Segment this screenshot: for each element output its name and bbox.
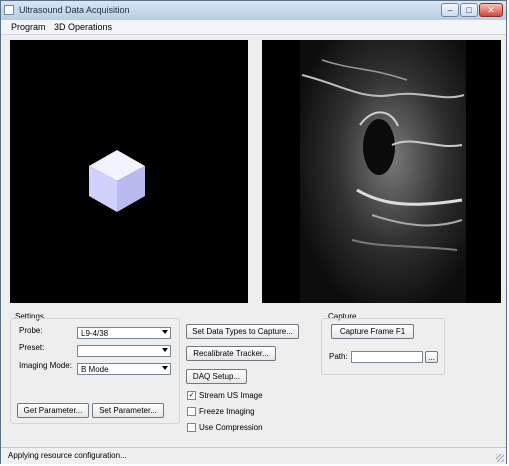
close-button[interactable]: ✕ bbox=[479, 3, 503, 17]
set-data-types-button[interactable]: Set Data Types to Capture... bbox=[186, 324, 299, 339]
probe-value: L9-4/38 bbox=[81, 329, 109, 338]
set-parameter-label: Set Parameter... bbox=[99, 406, 157, 415]
window-title: Ultrasound Data Acquisition bbox=[19, 5, 130, 15]
capture-frame-label: Capture Frame F1 bbox=[339, 327, 406, 336]
maximize-icon: □ bbox=[466, 4, 472, 15]
browse-label: ... bbox=[428, 352, 435, 362]
set-data-types-label: Set Data Types to Capture... bbox=[192, 327, 293, 336]
chevron-down-icon bbox=[162, 366, 168, 370]
daq-setup-label: DAQ Setup... bbox=[192, 372, 241, 381]
imaging-mode-value: B Mode bbox=[81, 365, 109, 374]
browse-button[interactable]: ... bbox=[425, 351, 438, 363]
3d-view[interactable] bbox=[10, 40, 248, 303]
path-label: Path: bbox=[329, 352, 348, 361]
chevron-down-icon bbox=[162, 348, 168, 352]
use-compression-label[interactable]: Use Compression bbox=[199, 423, 263, 432]
imaging-mode-label: Imaging Mode: bbox=[19, 361, 72, 370]
status-text: Applying resource configuration... bbox=[8, 451, 127, 460]
probe-label: Probe: bbox=[19, 326, 43, 335]
chevron-down-icon bbox=[162, 330, 168, 334]
resize-grip-icon[interactable] bbox=[496, 454, 504, 462]
recalibrate-tracker-button[interactable]: Recalibrate Tracker... bbox=[186, 346, 276, 361]
menu-program[interactable]: Program bbox=[11, 22, 46, 32]
menu-3d-operations[interactable]: 3D Operations bbox=[54, 22, 112, 32]
app-icon bbox=[4, 5, 14, 15]
freeze-imaging-checkbox[interactable] bbox=[187, 407, 196, 416]
status-bar: Applying resource configuration... bbox=[1, 447, 506, 464]
freeze-imaging-label[interactable]: Freeze Imaging bbox=[199, 407, 255, 416]
set-parameter-button[interactable]: Set Parameter... bbox=[92, 403, 164, 418]
preset-select[interactable] bbox=[77, 345, 171, 357]
app-window: Ultrasound Data Acquisition – □ ✕ Progra… bbox=[0, 0, 507, 464]
preset-label: Preset: bbox=[19, 343, 45, 352]
probe-select[interactable]: L9-4/38 bbox=[77, 327, 171, 339]
get-parameter-label: Get Parameter... bbox=[23, 406, 83, 415]
use-compression-checkbox[interactable] bbox=[187, 423, 196, 432]
recalibrate-tracker-label: Recalibrate Tracker... bbox=[193, 349, 269, 358]
ultrasound-image-view[interactable] bbox=[262, 40, 501, 303]
cube-model bbox=[89, 150, 145, 212]
main-content: Settings Probe: L9-4/38 Preset: Imaging … bbox=[1, 35, 506, 447]
check-icon: ✓ bbox=[188, 392, 195, 399]
get-parameter-button[interactable]: Get Parameter... bbox=[17, 403, 89, 418]
maximize-button[interactable]: □ bbox=[460, 3, 478, 17]
stream-us-image-checkbox[interactable]: ✓ bbox=[187, 391, 196, 400]
title-bar: Ultrasound Data Acquisition – □ ✕ bbox=[1, 1, 506, 21]
path-input[interactable] bbox=[351, 351, 423, 363]
menu-bar: Program 3D Operations bbox=[1, 20, 506, 35]
stream-us-image-label[interactable]: Stream US Image bbox=[199, 391, 263, 400]
capture-frame-button[interactable]: Capture Frame F1 bbox=[331, 324, 414, 339]
ultrasound-image bbox=[300, 40, 466, 303]
imaging-mode-select[interactable]: B Mode bbox=[77, 363, 171, 375]
minimize-icon: – bbox=[447, 4, 453, 15]
minimize-button[interactable]: – bbox=[441, 3, 459, 17]
close-icon: ✕ bbox=[487, 4, 495, 15]
daq-setup-button[interactable]: DAQ Setup... bbox=[186, 369, 247, 384]
